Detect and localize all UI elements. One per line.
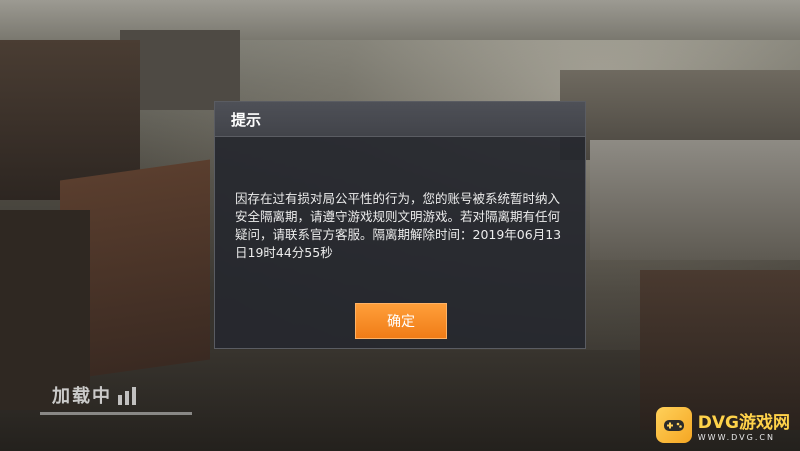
loading-indicator: 加载中	[52, 382, 136, 408]
loading-bars-icon	[118, 385, 136, 405]
watermark-url: WWW.DVG.CN	[697, 433, 775, 442]
background-building	[640, 270, 800, 430]
watermark: DVG游戏网 WWW.DVG.CN	[655, 407, 790, 443]
gamepad-icon	[655, 407, 692, 443]
loading-progress-bar	[40, 412, 192, 415]
dialog-title: 提示	[231, 110, 262, 129]
confirm-button[interactable]: 确定	[355, 303, 447, 339]
background-building	[0, 210, 90, 410]
watermark-name: DVG游戏网	[697, 413, 790, 433]
background-building	[590, 140, 800, 260]
loading-label: 加载中	[52, 386, 112, 407]
dialog-header: 提示	[215, 102, 585, 137]
dialog-message: 因存在过有损对局公平性的行为，您的账号被系统暂时纳入安全隔离期，请遵守游戏规则文…	[235, 191, 562, 260]
notice-dialog: 提示 因存在过有损对局公平性的行为，您的账号被系统暂时纳入安全隔离期，请遵守游戏…	[214, 101, 586, 349]
